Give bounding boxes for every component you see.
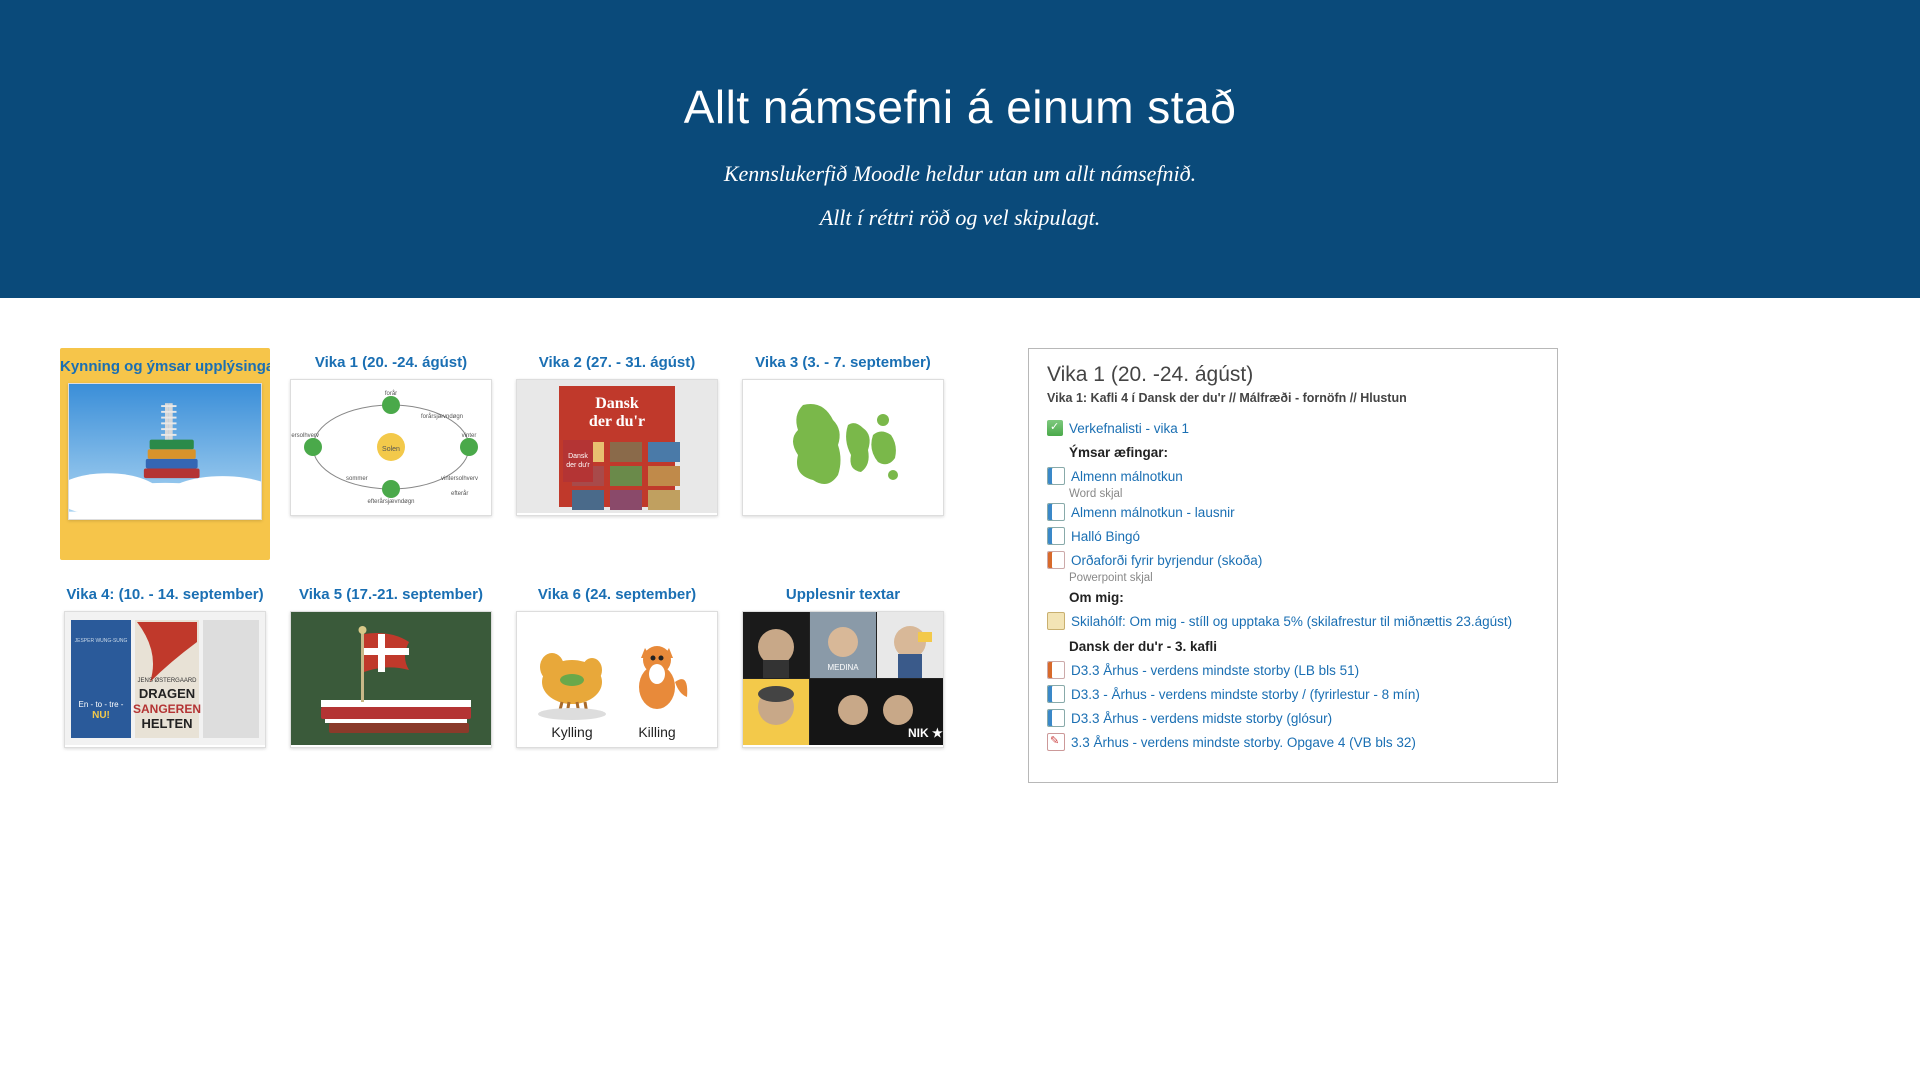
ppt-icon: [1047, 551, 1065, 569]
svg-text:NU!: NU!: [92, 710, 110, 721]
course-card-thumb: JESPER WUNG-SUNG En - to - tre - NU! JEN…: [64, 611, 266, 748]
hero-title: Allt námsefni á einum stað: [0, 80, 1920, 134]
svg-text:sommersolhverv: sommersolhverv: [291, 433, 319, 439]
panel-item-list: Verkefnalisti - vika 1 Ýmsar æfingar: Alme…: [1047, 417, 1539, 754]
doc-icon: [1047, 527, 1065, 545]
svg-text:Solen: Solen: [382, 446, 400, 453]
svg-text:efterår: efterår: [451, 490, 468, 497]
course-card[interactable]: Upplesnir textar MEDINA NIK ★ JAY: [738, 580, 948, 784]
course-card-thumb: [68, 383, 262, 520]
panel-link[interactable]: Verkefnalisti - vika 1: [1069, 421, 1189, 436]
check-icon: [1047, 420, 1063, 436]
course-card-title: Vika 2 (27. - 31. ágúst): [512, 348, 722, 379]
box-icon: [1047, 612, 1065, 630]
course-card[interactable]: Vika 6 (24. september) Kylling Killing: [512, 580, 722, 784]
course-card[interactable]: Vika 2 (27. - 31. ágúst) Dansk der du'r …: [512, 348, 722, 560]
course-card-title: Upplesnir textar: [738, 580, 948, 611]
course-card[interactable]: Vika 4: (10. - 14. september) JESPER WUN…: [60, 580, 270, 784]
svg-text:Kylling: Kylling: [551, 724, 592, 740]
doc-icon: [1047, 503, 1065, 521]
panel-link[interactable]: Almenn málnotkun: [1071, 469, 1183, 484]
panel-caption: Powerpoint skjal: [1047, 572, 1539, 584]
panel-item: Almenn málnotkun: [1047, 464, 1539, 488]
panel-item: Halló Bingó: [1047, 524, 1539, 548]
course-card[interactable]: Vika 1 (20. -24. ágúst) Solen forår vint…: [286, 348, 496, 560]
panel-item: D3.3 Århus - verdens midste storby (glós…: [1047, 706, 1539, 730]
panel-item: 3.3 Århus - verdens mindste storby. Opga…: [1047, 730, 1539, 754]
course-card-thumb: [742, 379, 944, 516]
svg-text:JENS ØSTERGAARD: JENS ØSTERGAARD: [137, 678, 197, 684]
course-card-title: Vika 4: (10. - 14. september): [60, 580, 270, 611]
course-card-thumb: Kylling Killing: [516, 611, 718, 748]
course-card-title: Vika 6 (24. september): [512, 580, 722, 611]
course-card[interactable]: Vika 5 (17.-21. september): [286, 580, 496, 784]
svg-text:sommer: sommer: [346, 476, 368, 482]
panel-link[interactable]: D3.3 Århus - verdens mindste storby (LB …: [1071, 663, 1359, 678]
panel-link[interactable]: D3.3 - Århus - verdens mindste storby / …: [1071, 687, 1420, 702]
week-detail-panel: Vika 1 (20. -24. ágúst) Vika 1: Kafli 4 …: [1028, 348, 1558, 783]
panel-item: Orðaforði fyrir byrjendur (skoða): [1047, 548, 1539, 572]
svg-text:Killing: Killing: [638, 724, 675, 740]
svg-text:der du'r: der du'r: [566, 462, 590, 469]
panel-link[interactable]: Skilahólf: Om mig - stíll og upptaka 5% …: [1071, 614, 1512, 629]
svg-text:forårsjævndøgn: forårsjævndøgn: [421, 413, 463, 420]
ppt-icon: [1047, 661, 1065, 679]
course-card-title: Vika 1 (20. -24. ágúst): [286, 348, 496, 379]
panel-caption: Word skjal: [1047, 488, 1539, 500]
course-card-thumb: MEDINA NIK ★ JAY: [742, 611, 944, 748]
svg-text:SANGEREN: SANGEREN: [133, 702, 201, 716]
svg-text:Dansk: Dansk: [568, 453, 588, 460]
svg-text:vinter: vinter: [462, 433, 477, 439]
course-card[interactable]: Kynning og ýmsar upplýsingar: [60, 348, 270, 560]
doc-icon: [1047, 709, 1065, 727]
svg-text:der du'r: der du'r: [589, 413, 645, 430]
svg-text:NIK ★ JAY: NIK ★ JAY: [908, 726, 943, 740]
panel-link[interactable]: 3.3 Århus - verdens mindste storby. Opga…: [1071, 735, 1416, 750]
doc-icon: [1047, 467, 1065, 485]
svg-text:JESPER WUNG-SUNG: JESPER WUNG-SUNG: [75, 638, 128, 644]
hero-banner: Allt námsefni á einum stað Kennslukerfið…: [0, 0, 1920, 298]
panel-link[interactable]: Halló Bingó: [1071, 529, 1140, 544]
svg-text:En - to - tre -: En - to - tre -: [79, 700, 124, 709]
panel-breadcrumb: Vika 1: Kafli 4 í Dansk der du'r // Málf…: [1047, 391, 1539, 405]
course-card-thumb: Dansk der du'r Danskder du'r: [516, 379, 718, 516]
panel-item: D3.3 Århus - verdens mindste storby (LB …: [1047, 658, 1539, 682]
svg-text:HELTEN: HELTEN: [141, 716, 192, 731]
svg-text:Dansk: Dansk: [595, 395, 639, 412]
svg-text:vintersolhverv: vintersolhverv: [441, 476, 478, 482]
panel-link[interactable]: D3.3 Århus - verdens midste storby (glós…: [1071, 711, 1332, 726]
course-grid: Kynning og ýmsar upplýsingar Vika 1 (20.…: [60, 348, 948, 783]
course-card-thumb: [290, 611, 492, 748]
panel-link[interactable]: Orðaforði fyrir byrjendur (skoða): [1071, 553, 1262, 568]
panel-item: D3.3 - Århus - verdens mindste storby / …: [1047, 682, 1539, 706]
svg-text:efterårsjævndøgn: efterårsjævndøgn: [367, 498, 414, 505]
svg-text:forår: forår: [385, 390, 397, 397]
panel-item: Skilahólf: Om mig - stíll og upptaka 5% …: [1047, 609, 1539, 633]
course-card-title: Vika 5 (17.-21. september): [286, 580, 496, 611]
panel-section-label: Om mig:: [1047, 584, 1539, 609]
panel-item: Almenn málnotkun - lausnir: [1047, 500, 1539, 524]
svg-text:DRAGEN: DRAGEN: [139, 686, 195, 701]
doc-icon: [1047, 685, 1065, 703]
pencil-icon: [1047, 733, 1065, 751]
panel-heading: Vika 1 (20. -24. ágúst): [1047, 363, 1539, 387]
panel-section-label: Ýmsar æfingar:: [1047, 439, 1539, 464]
panel-item: Verkefnalisti - vika 1: [1047, 417, 1539, 439]
course-card[interactable]: Vika 3 (3. - 7. september): [738, 348, 948, 560]
hero-sub: Kennslukerfið Moodle heldur utan um allt…: [0, 152, 1920, 240]
course-card-title: Kynning og ýmsar upplýsingar: [60, 348, 270, 383]
course-card-thumb: Solen forår vinter efterårsjævndøgn somm…: [290, 379, 492, 516]
panel-link[interactable]: Almenn málnotkun - lausnir: [1071, 505, 1235, 520]
course-card-title: Vika 3 (3. - 7. september): [738, 348, 948, 379]
panel-section-label: Dansk der du'r - 3. kafli: [1047, 633, 1539, 658]
svg-text:MEDINA: MEDINA: [827, 663, 859, 672]
